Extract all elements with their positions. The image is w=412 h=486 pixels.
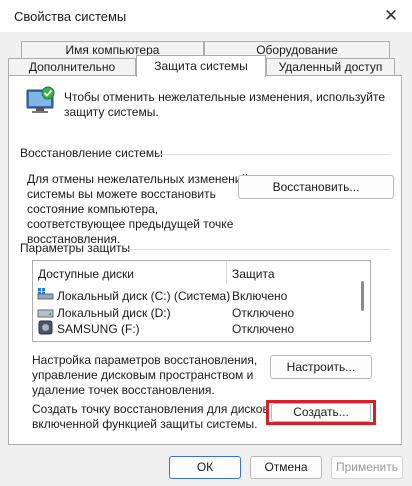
column-header-protection[interactable]: Защита [232,267,275,281]
drive-name-c[interactable]: Локальный диск (C:) (Система) [57,289,230,304]
system-protection-icon [24,84,58,118]
removable-drive-icon [38,320,53,335]
drive-status-d: Отключено [232,306,295,320]
column-divider [226,262,227,284]
tab-remote[interactable]: Удаленный доступ [266,58,395,76]
restore-button[interactable]: Восстановить... [238,175,394,199]
tab-system-protection[interactable]: Защита системы [136,55,266,77]
drive-status-f: Отключено [232,322,295,336]
ok-button[interactable]: ОК [169,456,241,479]
list-scrollbar[interactable] [361,281,364,311]
drive-name-f[interactable]: SAMSUNG (F:) [57,322,140,337]
configure-text-1: Настройка параметров восстановления, [32,353,258,367]
column-header-drives[interactable]: Доступные диски [38,267,134,281]
restore-text-1: Для отмены нежелательных изменений [27,172,249,186]
create-text-1: Создать точку восстановления для дисков … [32,402,279,416]
close-button[interactable]: ✕ [370,0,412,32]
configure-text-3: удаление точек восстановления. [32,383,215,397]
intro-line2: защиту системы. [64,105,159,119]
restore-group-line [158,154,390,155]
restore-text-2: системы вы можете восстановить [27,187,216,201]
restore-text-4: соответствующее предыдущей точке [27,217,234,231]
create-text-2: включенной функцией защиты системы. [32,417,258,431]
drive-icon [37,306,54,318]
system-drive-icon [37,288,54,300]
restore-heading: Восстановление системы [20,146,163,160]
cancel-button[interactable]: Отмена [250,456,322,479]
drive-name-d[interactable]: Локальный диск (D:) [57,306,171,321]
intro-line1: Чтобы отменить нежелательные изменения, … [64,90,386,104]
configure-button[interactable]: Настроить... [270,355,372,379]
tab-advanced[interactable]: Дополнительно [8,58,136,76]
configure-text-2: управление дисковым пространством и [32,368,254,382]
protection-heading: Параметры защиты [20,241,131,255]
restore-text-3: состояние компьютера, [27,202,159,216]
drive-status-c: Включено [232,289,288,303]
create-button[interactable]: Создать... [271,403,371,422]
window-title: Свойства системы [14,9,127,24]
protection-group-line [128,249,390,250]
apply-button[interactable]: Применить [331,456,403,479]
